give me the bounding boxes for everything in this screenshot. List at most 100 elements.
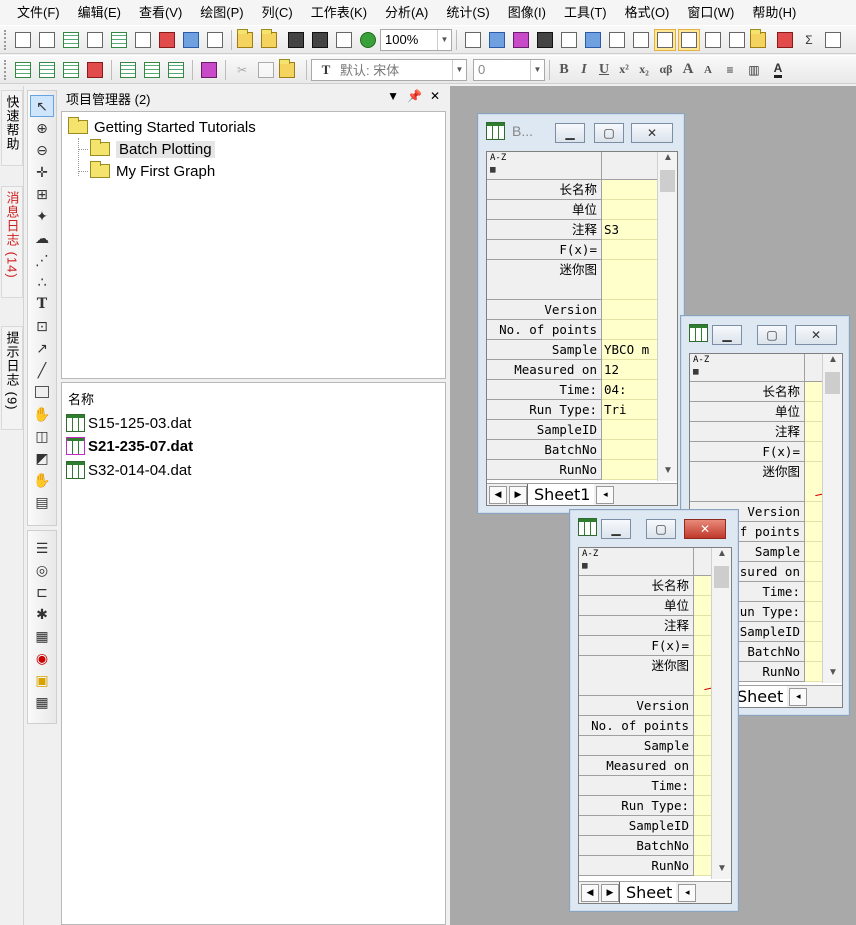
- menu-item-12[interactable]: 帮助(H): [743, 0, 805, 25]
- next-sheet-icon[interactable]: ▶: [601, 883, 619, 902]
- row-label[interactable]: 长名称: [487, 180, 602, 200]
- scroll-up-icon[interactable]: ▲: [658, 152, 677, 168]
- rectangle-tool-icon[interactable]: [30, 381, 54, 403]
- data-cell[interactable]: [602, 460, 662, 480]
- import-icon[interactable]: [333, 29, 355, 51]
- hscroll-left-icon[interactable]: ◂: [789, 687, 808, 706]
- vertical-scrollbar[interactable]: ▲ ▼: [657, 152, 677, 481]
- layer-tool-icon[interactable]: ▤: [30, 491, 54, 513]
- row-label[interactable]: 迷你图: [579, 656, 694, 696]
- workbook-window-1[interactable]: B... ▁ ▢ ✕ A-Z ▦ 长名称 单位 注释 S3 F(x)= 迷你图 Version N…: [477, 113, 685, 514]
- data-cell[interactable]: 04:: [602, 380, 662, 400]
- run-script-icon[interactable]: [357, 29, 379, 51]
- calendar-icon[interactable]: [702, 29, 724, 51]
- chevron-down-icon[interactable]: ▼: [452, 59, 466, 80]
- data-cell[interactable]: YBCO m: [602, 340, 662, 360]
- vertical-scrollbar[interactable]: ▲ ▼: [822, 354, 842, 683]
- column-sort-icon[interactable]: [60, 59, 82, 81]
- results-log-icon[interactable]: [582, 29, 604, 51]
- stats-icon[interactable]: [822, 29, 844, 51]
- menu-item-11[interactable]: 窗口(W): [678, 0, 743, 25]
- print-icon[interactable]: [462, 29, 484, 51]
- superscript-button[interactable]: x²: [614, 62, 634, 77]
- dropdown-icon[interactable]: ▼: [387, 89, 399, 103]
- new-layout-icon[interactable]: [156, 29, 178, 51]
- row-label[interactable]: F(x)=: [579, 636, 694, 656]
- window-title-bar[interactable]: ▁ ▢ ✕: [681, 316, 849, 350]
- pin-icon[interactable]: 📌: [407, 89, 422, 103]
- prev-sheet-icon[interactable]: ◀: [489, 485, 507, 504]
- settings-gear-icon[interactable]: [750, 28, 772, 51]
- minimize-button[interactable]: ▁: [601, 519, 631, 539]
- column-header-name[interactable]: 名称: [68, 389, 94, 408]
- row-label[interactable]: 单位: [487, 200, 602, 220]
- arrow-tool-icon[interactable]: ↗: [30, 337, 54, 359]
- stack-icon[interactable]: [165, 59, 187, 81]
- list-item-active[interactable]: S21-235-07.dat: [66, 435, 193, 457]
- save-project-icon[interactable]: [285, 29, 307, 51]
- tree-icon[interactable]: [630, 29, 652, 51]
- copy-format-icon[interactable]: [198, 59, 220, 81]
- bracket-tool-icon[interactable]: ⊏: [30, 581, 54, 603]
- new-project-icon[interactable]: [12, 29, 34, 51]
- code-builder-icon[interactable]: [558, 29, 580, 51]
- menu-item-10[interactable]: 格式(O): [616, 0, 679, 25]
- hscroll-left-icon[interactable]: ◂: [596, 485, 615, 504]
- data-cell[interactable]: [602, 300, 662, 320]
- tab-sheet1[interactable]: Sheet: [619, 882, 677, 903]
- data-cell[interactable]: [602, 440, 662, 460]
- data-selector-tool-icon[interactable]: ☁: [30, 227, 54, 249]
- data-cell[interactable]: [602, 180, 662, 200]
- toolbar-grip[interactable]: [4, 59, 8, 80]
- search-tool-icon[interactable]: ◉: [30, 647, 54, 669]
- new-function-icon[interactable]: [132, 29, 154, 51]
- row-label[interactable]: SampleID: [579, 816, 694, 836]
- scroll-up-icon[interactable]: ▲: [823, 354, 842, 370]
- row-label[interactable]: 迷你图: [690, 462, 805, 502]
- window-title-bar[interactable]: B... ▁ ▢ ✕: [478, 114, 684, 148]
- row-label[interactable]: Version: [487, 300, 602, 320]
- row-label[interactable]: RunNo: [579, 856, 694, 876]
- data-cell[interactable]: [602, 320, 662, 340]
- increase-font-button[interactable]: A: [678, 61, 698, 78]
- italic-button[interactable]: I: [574, 62, 594, 78]
- row-label[interactable]: No. of points: [579, 716, 694, 736]
- column-x-icon[interactable]: [12, 59, 34, 81]
- row-label[interactable]: BatchNo: [579, 836, 694, 856]
- cut-icon[interactable]: ✂: [231, 59, 253, 81]
- minimize-button[interactable]: ▁: [555, 123, 585, 143]
- row-label[interactable]: Run Type:: [579, 796, 694, 816]
- close-button[interactable]: ✕: [684, 519, 726, 539]
- scroll-down-icon[interactable]: ▼: [658, 465, 677, 481]
- row-label[interactable]: Measured on: [487, 360, 602, 380]
- row-label[interactable]: 迷你图: [487, 260, 602, 300]
- row-label[interactable]: Time:: [579, 776, 694, 796]
- row-label[interactable]: Measured on: [579, 756, 694, 776]
- close-button[interactable]: ✕: [795, 325, 837, 345]
- scroll-thumb[interactable]: [660, 170, 675, 192]
- border-icon[interactable]: ▥: [743, 59, 765, 81]
- row-label[interactable]: 长名称: [579, 576, 694, 596]
- text-tool-icon[interactable]: T: [30, 293, 54, 315]
- data-cell[interactable]: [602, 240, 662, 260]
- command-window-icon[interactable]: [606, 29, 628, 51]
- data-cell[interactable]: [602, 260, 662, 300]
- line-tool-icon[interactable]: ╱: [30, 359, 54, 381]
- window-title-bar[interactable]: ▁ ▢ ✕: [570, 510, 738, 544]
- maximize-button[interactable]: ▢: [594, 123, 624, 143]
- row-label[interactable]: 单位: [579, 596, 694, 616]
- tab-message-log[interactable]: 消息日志 (14): [1, 186, 23, 298]
- new-notes-icon[interactable]: [180, 29, 202, 51]
- new-file-icon[interactable]: [36, 29, 58, 51]
- tab-quick-help[interactable]: 快速帮助: [1, 90, 23, 166]
- lines-tool-icon[interactable]: ☰: [30, 537, 54, 559]
- project-explorer-icon[interactable]: [654, 28, 676, 51]
- workbook-window-3[interactable]: ▁ ▢ ✕ A-Z ▦ 长名称 单位 注释 F(x)= 迷你图 Version No. of p…: [569, 509, 739, 912]
- zoom-out-tool-icon[interactable]: ⊖: [30, 139, 54, 161]
- new-excel-icon[interactable]: [204, 29, 226, 51]
- worksheet-grid[interactable]: A-Z ▦ 长名称 单位 注释 S3 F(x)= 迷你图 Version No. of point…: [486, 151, 678, 506]
- next-sheet-icon[interactable]: ▶: [509, 485, 527, 504]
- zoom-in-tool-icon[interactable]: ⊕: [30, 117, 54, 139]
- row-label[interactable]: F(x)=: [487, 240, 602, 260]
- refresh-icon[interactable]: [486, 29, 508, 51]
